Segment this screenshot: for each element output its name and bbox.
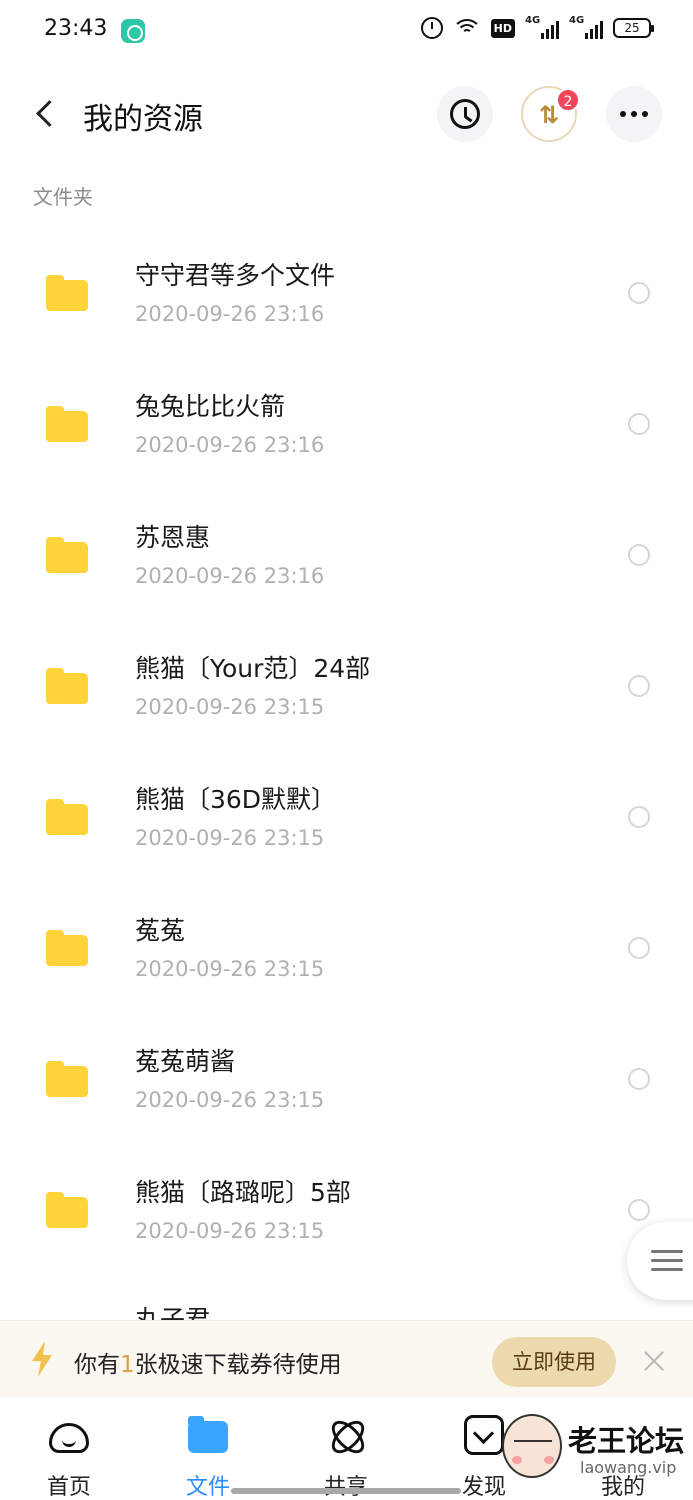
transfer-count-badge: 2: [556, 88, 580, 112]
folder-name: 守守君等多个文件: [135, 261, 336, 290]
folder-icon: [46, 799, 88, 835]
folder-date: 2020-09-26 23:15: [135, 1088, 325, 1112]
folder-icon: [188, 1416, 228, 1453]
folder-row[interactable]: 菟菟 2020-09-26 23:15: [0, 883, 693, 1014]
back-button[interactable]: [30, 94, 60, 134]
nav-label: 文件: [185, 1475, 230, 1500]
section-label-folders: 文件夹: [33, 185, 93, 209]
nav-label: 首页: [46, 1475, 91, 1500]
network-type-label: 4G: [525, 15, 541, 26]
folder-row[interactable]: 熊猫〔路璐呢〕5部 2020-09-26 23:15: [0, 1145, 693, 1276]
folder-icon: [46, 537, 88, 573]
status-bar: 23:43 HD 4G 4G 25: [0, 0, 693, 62]
nav-item-home[interactable]: 首页: [19, 1397, 119, 1500]
folder-date: 2020-09-26 23:15: [135, 957, 325, 981]
select-checkbox[interactable]: [628, 937, 650, 959]
folder-date: 2020-09-26 23:16: [135, 564, 325, 588]
select-checkbox[interactable]: [628, 806, 650, 828]
folder-name: 熊猫〔Your范〕24部: [135, 654, 371, 683]
history-button[interactable]: [437, 86, 493, 142]
notification-app-icon: [121, 19, 145, 43]
watermark-title: 老王论坛: [568, 1424, 685, 1458]
folder-name: 兔兔比比火箭: [135, 392, 286, 421]
select-checkbox[interactable]: [628, 1068, 650, 1090]
more-dots-icon: [620, 111, 648, 117]
status-icons: HD 4G 4G 25: [420, 15, 654, 39]
folder-icon: [46, 275, 88, 311]
network-type-label: 4G: [569, 15, 585, 26]
hd-voice-icon: HD: [490, 18, 515, 38]
nav-label: 共享: [296, 1469, 396, 1500]
folder-icon: [46, 930, 88, 966]
mascot-face-icon: [502, 1414, 562, 1478]
folder-row[interactable]: 熊猫〔Your范〕24部 2020-09-26 23:15: [0, 621, 693, 752]
status-time: 23:43: [44, 16, 108, 41]
folder-icon: [46, 406, 88, 442]
select-checkbox[interactable]: [628, 544, 650, 566]
watermark-url: laowang.vip: [580, 1458, 677, 1477]
select-checkbox[interactable]: [628, 1199, 650, 1221]
signal-icon-1: 4G: [525, 15, 559, 39]
folder-icon: [46, 668, 88, 704]
folder-date: 2020-09-26 23:16: [135, 433, 325, 457]
share-orbit-icon: [326, 1415, 366, 1455]
lightning-icon: [32, 1341, 52, 1377]
nav-item-share[interactable]: 共享: [296, 1397, 396, 1500]
page-title: 我的资源: [83, 102, 203, 137]
folder-name: 菟菟萌酱: [135, 1047, 236, 1076]
promo-text-suffix: 张极速下载券待使用: [134, 1352, 342, 1378]
select-checkbox[interactable]: [628, 675, 650, 697]
watermark-logo: 老王论坛 laowang.vip: [502, 1414, 692, 1500]
more-options-button[interactable]: [606, 86, 662, 142]
folder-date: 2020-09-26 23:15: [135, 695, 325, 719]
discover-icon: [464, 1415, 504, 1455]
cloud-home-icon: [49, 1423, 89, 1453]
folder-row-partial[interactable]: 丸子君: [0, 1276, 693, 1320]
close-icon[interactable]: [641, 1348, 667, 1374]
folder-row[interactable]: 兔兔比比火箭 2020-09-26 23:16: [0, 359, 693, 490]
folder-name: 苏恩惠: [135, 523, 211, 552]
history-icon: [450, 99, 480, 129]
folder-icon: [46, 1061, 88, 1097]
folder-icon: [46, 1192, 88, 1228]
folder-row[interactable]: 菟菟萌酱 2020-09-26 23:15: [0, 1014, 693, 1145]
folder-row[interactable]: 熊猫〔36D默默〕 2020-09-26 23:15: [0, 752, 693, 883]
transfer-arrows-icon: ⇅: [539, 101, 559, 129]
alarm-icon: [420, 17, 443, 39]
wifi-icon: [452, 17, 481, 39]
nav-item-files[interactable]: 文件: [158, 1397, 258, 1500]
signal-icon-2: 4G: [569, 15, 603, 39]
promo-message: 你有1张极速下载券待使用: [74, 1345, 342, 1379]
folder-name: 丸子君: [135, 1305, 211, 1320]
select-checkbox[interactable]: [628, 282, 650, 304]
battery-icon: 25: [613, 18, 654, 38]
use-now-button[interactable]: 立即使用: [492, 1337, 616, 1387]
select-checkbox[interactable]: [628, 413, 650, 435]
folder-name: 熊猫〔路璐呢〕5部: [135, 1178, 351, 1207]
download-coupon-banner: 你有1张极速下载券待使用 立即使用: [0, 1320, 693, 1396]
folder-row[interactable]: 守守君等多个文件 2020-09-26 23:16: [0, 228, 693, 359]
promo-text-prefix: 你有: [74, 1352, 120, 1378]
folder-name: 菟菟: [135, 916, 186, 945]
coupon-count: 1: [120, 1352, 135, 1378]
folder-date: 2020-09-26 23:15: [135, 1219, 325, 1243]
folder-date: 2020-09-26 23:15: [135, 826, 325, 850]
folder-row[interactable]: 苏恩惠 2020-09-26 23:16: [0, 490, 693, 621]
home-indicator[interactable]: [231, 1488, 461, 1494]
folder-date: 2020-09-26 23:16: [135, 302, 325, 326]
folder-name: 熊猫〔36D默默〕: [135, 785, 337, 814]
